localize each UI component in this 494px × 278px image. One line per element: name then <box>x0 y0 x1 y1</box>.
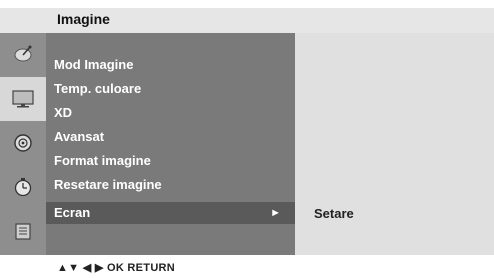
arrow-right-icon: ► <box>270 207 281 219</box>
sidebar-tab-picture[interactable] <box>0 77 46 121</box>
navigation-hint-bar: ▲▼ ◀ ▶ OK RETURN <box>0 255 494 278</box>
menu-item-label: Resetare imagine <box>54 177 162 192</box>
icon-column <box>0 33 46 255</box>
menu-item-label: Avansat <box>54 129 105 144</box>
menu-item-temp-culoare[interactable]: Temp. culoare <box>54 78 141 100</box>
menu-panel: Mod Imagine Temp. culoare XD Avansat For… <box>46 33 295 255</box>
sidebar-tab-antenna[interactable] <box>0 33 46 77</box>
menu-item-label: Temp. culoare <box>54 81 142 96</box>
antenna-icon <box>14 45 32 62</box>
clock-icon <box>14 178 32 197</box>
menu-item-label: Format imagine <box>54 153 151 168</box>
menu-title: Imagine <box>57 11 110 27</box>
osd-menu: Imagine Mod Imagine Temp. culoare XD Ava… <box>0 0 494 278</box>
menu-item-format-imagine[interactable]: Format imagine <box>54 150 151 172</box>
sidebar-tab-audio[interactable] <box>0 121 46 165</box>
menu-item-xd[interactable]: XD <box>54 102 72 124</box>
menu-item-ecran[interactable]: Ecran ► <box>46 202 295 224</box>
sidebar-tab-time[interactable] <box>0 165 46 209</box>
tv-screen-icon <box>12 90 34 108</box>
lock-icon <box>15 223 31 240</box>
menu-item-label: XD <box>54 105 73 120</box>
submenu-item-label: Setare <box>314 206 354 221</box>
menu-item-label: Mod Imagine <box>54 57 134 72</box>
menu-item-label: Ecran <box>54 205 91 220</box>
submenu-item-setare[interactable]: Setare <box>314 203 354 225</box>
title-bar: Imagine <box>0 8 494 33</box>
speaker-icon <box>14 134 32 152</box>
sidebar-tab-lock[interactable] <box>0 209 46 253</box>
navigation-hint: ▲▼ ◀ ▶ OK RETURN <box>57 262 176 274</box>
menu-item-mod-imagine[interactable]: Mod Imagine <box>54 54 133 76</box>
menu-item-resetare-imagine[interactable]: Resetare imagine <box>54 174 162 196</box>
submenu-panel: Setare <box>295 33 494 255</box>
menu-item-avansat[interactable]: Avansat <box>54 126 104 148</box>
